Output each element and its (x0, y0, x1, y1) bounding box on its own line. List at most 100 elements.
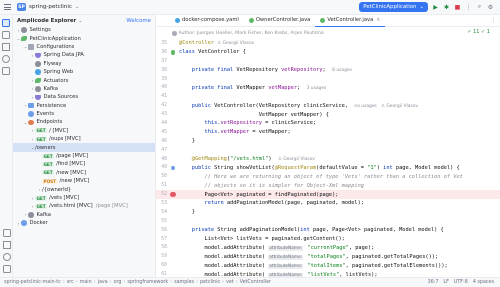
code-line[interactable]: 58 model.addAttribute( attributeName: "c… (156, 243, 500, 252)
line-number[interactable]: 50 (156, 174, 168, 179)
gutter[interactable] (168, 235, 178, 244)
line-number[interactable]: 56 (156, 228, 168, 233)
code-line[interactable]: 37 (156, 57, 500, 66)
gutter[interactable] (168, 146, 178, 155)
code-line[interactable]: 42 public VetController(VetRepository cl… (156, 101, 500, 110)
code-text[interactable]: // Here we are returning an object of ty… (178, 174, 463, 180)
line-number[interactable]: 49 (156, 165, 168, 170)
code-line[interactable]: 50 // Here we are returning an object of… (156, 172, 500, 181)
tree-row[interactable]: ⌄ PetClinicApplication (13, 34, 155, 42)
line-number[interactable]: 35 (156, 41, 168, 46)
breadcrumb-item[interactable]: main (80, 280, 92, 285)
code-text[interactable]: private final VetRepository vetRepositor… (178, 67, 352, 73)
code-line[interactable]: 53 return addPaginationModel(page, pagin… (156, 199, 500, 208)
breadcrumb-item[interactable]: vet (226, 280, 234, 285)
line-number[interactable]: 42 (156, 103, 168, 108)
code-text[interactable]: } (178, 209, 195, 215)
gutter[interactable] (168, 137, 178, 146)
gutter[interactable] (168, 181, 178, 190)
project-tool-icon[interactable] (2, 19, 10, 27)
line-number[interactable]: 55 (156, 219, 168, 224)
gutter[interactable] (168, 155, 178, 164)
chevron-down-icon[interactable]: ⌄ (78, 18, 82, 24)
editor-tab[interactable]: VetController.java × (315, 15, 386, 27)
code-line[interactable]: 43 VetMapper vetMapper) { (156, 110, 500, 119)
code-line[interactable]: 60 model.addAttribute( attributeName: "t… (156, 261, 500, 270)
gutter[interactable] (168, 128, 178, 137)
code-line[interactable]: 36 class VetController { (156, 48, 500, 57)
main-menu-icon[interactable] (4, 4, 11, 10)
amplicode-tool-icon[interactable] (2, 55, 10, 63)
code-line[interactable]: 54 } (156, 208, 500, 217)
code-text[interactable]: @Controller ♙ Georgii Vlasov (178, 40, 254, 46)
tree-row[interactable]: › Spring Data JPA (13, 51, 155, 59)
tree-row[interactable]: › Actuators (13, 76, 155, 84)
project-name[interactable]: spring-petclinic (29, 4, 72, 10)
gutter[interactable] (168, 66, 178, 75)
line-number[interactable]: 40 (156, 85, 168, 90)
line-number[interactable]: 45 (156, 130, 168, 135)
tree-row[interactable]: ›/{ownerId} (13, 185, 155, 193)
tree-row[interactable]: › Kafka (13, 211, 155, 219)
code-line[interactable]: 47 (156, 146, 500, 155)
code-text[interactable]: return addPaginationModel(page, paginate… (178, 200, 364, 206)
code-text[interactable]: private String addPaginationModel(int pa… (178, 227, 444, 233)
tree-row[interactable]: ⌄ Configurations (13, 43, 155, 51)
line-number[interactable]: 57 (156, 237, 168, 242)
caret-position[interactable]: 36:7 (428, 280, 439, 285)
breadcrumb-item[interactable]: java (98, 280, 108, 285)
file-encoding[interactable]: UTF-8 (454, 280, 468, 285)
gutter[interactable] (168, 75, 178, 84)
code-line[interactable]: 39 (156, 75, 500, 84)
code-text[interactable]: } (178, 138, 195, 144)
search-icon[interactable]: ⌕ (476, 3, 483, 11)
line-number[interactable]: 59 (156, 254, 168, 259)
code-line[interactable]: 38 private final VetRepository vetReposi… (156, 66, 500, 75)
gutter-marker-icon[interactable] (168, 163, 178, 172)
line-number[interactable]: 53 (156, 201, 168, 206)
run-configuration-selector[interactable]: PetClinicApplication ⌄ (359, 2, 428, 12)
code-line[interactable]: 61 model.addAttribute( attributeName: "l… (156, 270, 500, 277)
code-vision-authors[interactable]: Author: Juergen Hoeller, Mark Fisher, Ke… (172, 29, 324, 38)
gutter[interactable] (168, 57, 178, 66)
code-text[interactable]: model.addAttribute( attributeName: "tota… (178, 254, 438, 260)
code-line[interactable]: 46 } (156, 137, 500, 146)
gutter[interactable] (168, 83, 178, 92)
tree-row[interactable]: Spring Web (13, 68, 155, 76)
tree-row[interactable]: › Data Sources (13, 93, 155, 101)
debug-icon[interactable]: ✱ (443, 4, 450, 11)
code-line[interactable]: 59 model.addAttribute( attributeName: "t… (156, 252, 500, 261)
code-text[interactable]: public VetController(VetRepository clini… (178, 103, 418, 109)
tree-row[interactable]: › GET/vets [MVC] (13, 194, 155, 202)
code-line[interactable]: 52 Page<Vet> paginated = findPaginated(p… (156, 190, 500, 200)
chevron-down-icon[interactable]: ⌄ (75, 4, 79, 10)
gutter[interactable] (168, 172, 178, 181)
code-text[interactable]: Page<Vet> paginated = findPaginated(page… (178, 192, 339, 198)
tree-row[interactable]: › GET/oups [MVC] (13, 135, 155, 143)
tree-row[interactable]: GET/new [MVC] (13, 169, 155, 177)
tree-row[interactable]: ⌄ Endpoints (13, 118, 155, 126)
gutter-marker-icon[interactable] (168, 48, 178, 57)
code-line[interactable]: 41 (156, 92, 500, 101)
services-tool-icon[interactable] (2, 229, 11, 237)
tree-row[interactable]: GET/find [MVC] (13, 160, 155, 168)
breadcrumb-item[interactable]: spring-petclinic-main-tc (4, 280, 61, 285)
gutter[interactable] (168, 217, 178, 226)
line-number[interactable]: 41 (156, 94, 168, 99)
welcome-link[interactable]: Welcome (126, 18, 151, 24)
code-line[interactable]: 51 // objects so it is simpler for Objec… (156, 181, 500, 190)
code-text[interactable]: public String showVetList(@RequestParam(… (178, 165, 460, 171)
line-number[interactable]: 37 (156, 59, 168, 64)
line-number[interactable]: 54 (156, 210, 168, 215)
tree-row[interactable]: POST/new [MVC] (13, 177, 155, 185)
indent-setting[interactable]: 4 spaces (473, 280, 494, 285)
git-tool-icon[interactable] (2, 265, 11, 273)
problems-tool-icon[interactable] (2, 253, 11, 261)
panel-title[interactable]: Amplicode Explorer (17, 18, 76, 24)
line-number[interactable]: 39 (156, 77, 168, 82)
breadcrumb-item[interactable]: samples (174, 280, 194, 285)
code-line[interactable]: 44 this.vetRepository = clinicService; (156, 119, 500, 128)
terminal-tool-icon[interactable] (2, 241, 11, 249)
line-number[interactable]: 43 (156, 112, 168, 117)
code-line[interactable]: 45 this.vetMapper = vetMapper; (156, 128, 500, 137)
